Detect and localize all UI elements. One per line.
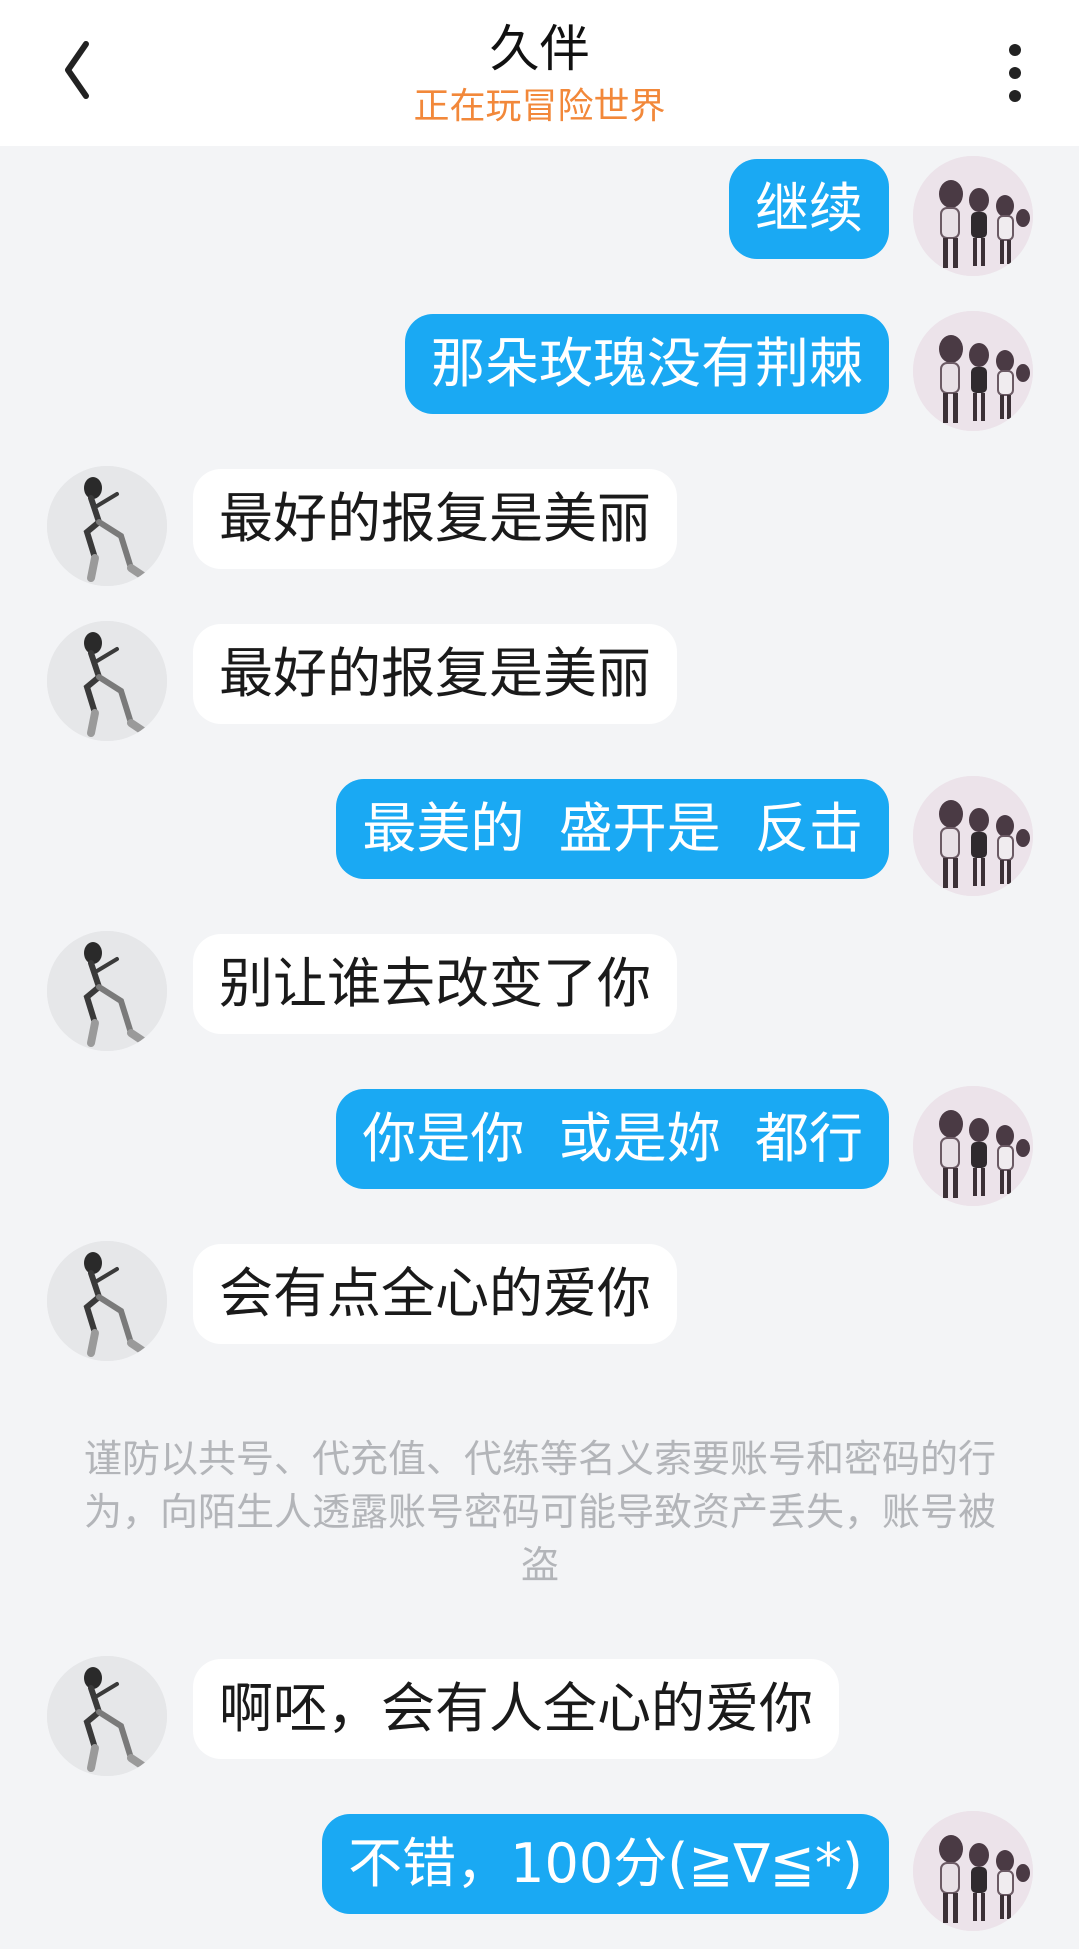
message-bubble[interactable]: 最好的报复是美丽 — [193, 469, 677, 569]
message-bubble[interactable]: 啊呸，会有人全心的爱你 — [193, 1659, 839, 1759]
contact-avatar[interactable] — [47, 621, 167, 741]
self-avatar[interactable] — [913, 1086, 1033, 1206]
message-row: 别让谁去改变了你 — [0, 931, 1079, 1051]
chat-status: 正在玩冒险世界 — [413, 86, 666, 127]
message-bubble[interactable]: 最美的 盛开是 反击 — [336, 779, 889, 879]
message-row: 会有点全心的爱你 — [0, 1241, 1079, 1361]
message-bubble[interactable]: 那朵玫瑰没有荆棘 — [405, 314, 889, 414]
self-avatar[interactable] — [913, 776, 1033, 896]
more-options-icon[interactable] — [990, 36, 1040, 106]
message-bubble[interactable]: 不错，100分(≧∇≦*) — [322, 1814, 889, 1914]
chat-header: 久伴 正在玩冒险世界 — [0, 0, 1079, 146]
self-avatar[interactable] — [913, 156, 1033, 276]
message-row: 最好的报复是美丽 — [0, 466, 1079, 586]
contact-avatar[interactable] — [47, 466, 167, 586]
contact-avatar[interactable] — [47, 931, 167, 1051]
self-avatar[interactable] — [913, 311, 1033, 431]
security-notice: 谨防以共号、代充值、代练等名义索要账号和密码的行为，向陌生人透露账号密码可能导致… — [83, 1437, 996, 1587]
message-row: 你是你 或是妳 都行 — [0, 1086, 1079, 1206]
chat-title: 久伴 — [489, 20, 590, 78]
message-bubble[interactable]: 继续 — [729, 159, 889, 259]
message-row: 不错，100分(≧∇≦*) — [0, 1811, 1079, 1931]
message-row: 继续 — [0, 156, 1079, 276]
self-avatar[interactable] — [913, 1811, 1033, 1931]
message-bubble[interactable]: 你是你 或是妳 都行 — [336, 1089, 889, 1189]
contact-avatar[interactable] — [47, 1656, 167, 1776]
message-row: 最好的报复是美丽 — [0, 621, 1079, 741]
message-row: 啊呸，会有人全心的爱你 — [0, 1656, 1079, 1776]
message-bubble[interactable]: 别让谁去改变了你 — [193, 934, 677, 1034]
message-row: 那朵玫瑰没有荆棘 — [0, 311, 1079, 431]
contact-avatar[interactable] — [47, 1241, 167, 1361]
message-row: 最美的 盛开是 反击 — [0, 776, 1079, 896]
message-bubble[interactable]: 最好的报复是美丽 — [193, 624, 677, 724]
message-bubble[interactable]: 会有点全心的爱你 — [193, 1244, 677, 1344]
